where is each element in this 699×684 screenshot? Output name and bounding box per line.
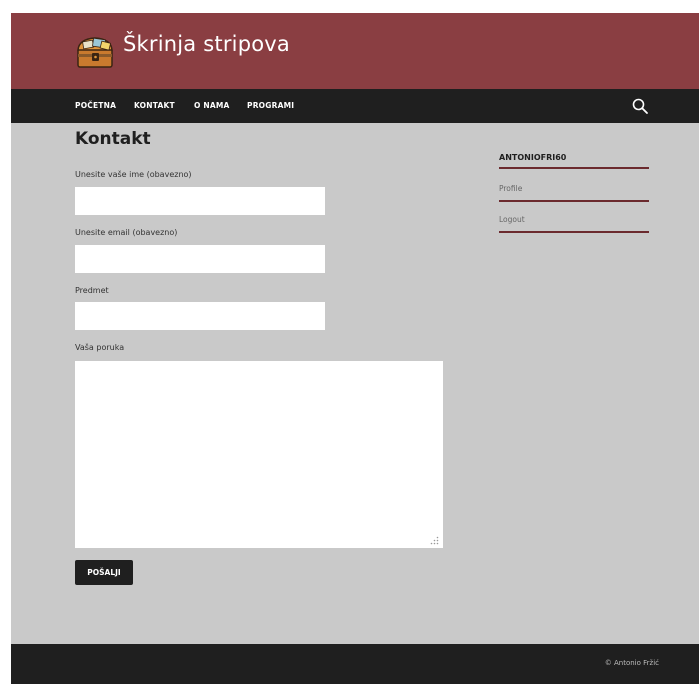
- subject-field[interactable]: [75, 302, 325, 330]
- message-field[interactable]: [75, 361, 443, 548]
- sidebar-link-logout[interactable]: Logout: [499, 215, 649, 233]
- nav-item-programi[interactable]: PROGRAMI: [247, 101, 294, 110]
- email-field[interactable]: [75, 245, 325, 273]
- submit-button[interactable]: POŠALJI: [75, 560, 133, 585]
- search-icon[interactable]: [631, 97, 649, 115]
- nav-item-o-nama[interactable]: O NAMA: [194, 101, 230, 110]
- subject-field-label: Predmet: [75, 286, 109, 295]
- sidebar-username: ANTONIOFRI60: [499, 153, 649, 169]
- resize-grip-icon[interactable]: [430, 536, 439, 545]
- page-title: Kontakt: [75, 129, 151, 149]
- site-footer: © Antonio Fržić: [11, 644, 699, 684]
- nav-item-kontakt[interactable]: KONTAKT: [134, 101, 175, 110]
- site-title[interactable]: Škrinja stripova: [123, 32, 290, 56]
- message-field-label: Vaša poruka: [75, 343, 125, 352]
- site-header: Škrinja stripova: [11, 13, 699, 89]
- sidebar-link-profile[interactable]: Profile: [499, 184, 649, 202]
- footer-copyright: © Antonio Fržić: [604, 659, 659, 667]
- page: Škrinja stripova POČETNA KONTAKT O NAMA …: [11, 13, 699, 684]
- nav-item-pocetna[interactable]: POČETNA: [75, 101, 116, 110]
- name-field[interactable]: [75, 187, 325, 215]
- treasure-chest-icon[interactable]: [75, 30, 117, 70]
- name-field-label: Unesite vaše ime (obavezno): [75, 170, 192, 179]
- email-field-label: Unesite email (obavezno): [75, 228, 178, 237]
- main-nav: POČETNA KONTAKT O NAMA PROGRAMI: [11, 89, 699, 123]
